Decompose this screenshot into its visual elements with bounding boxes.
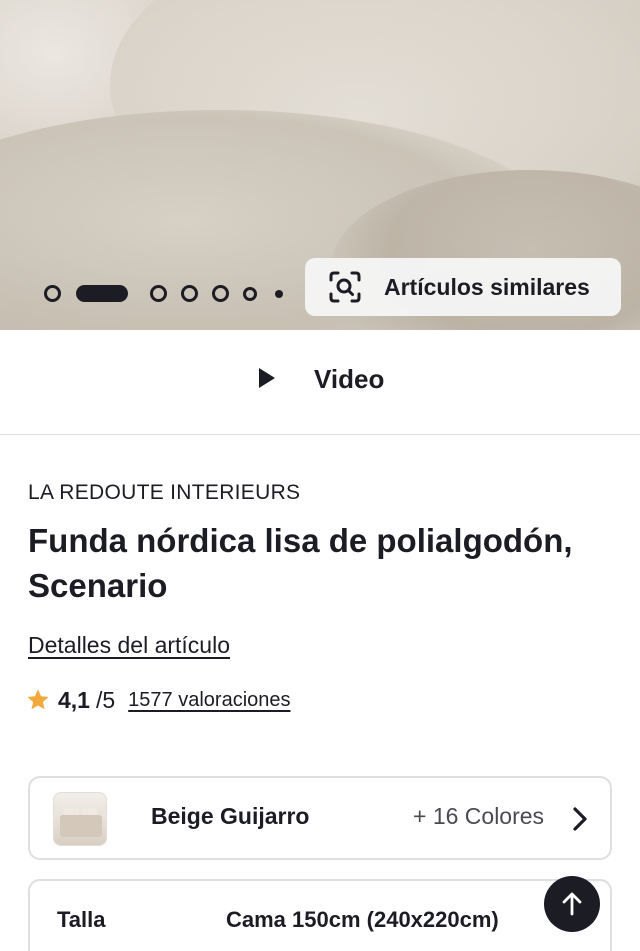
thumbnail-detail bbox=[60, 815, 102, 837]
product-title: Funda nórdica lisa de polialgodón, Scena… bbox=[28, 522, 573, 604]
carousel-dot[interactable] bbox=[212, 285, 229, 302]
scroll-to-top-button[interactable] bbox=[544, 876, 600, 932]
rating-scale: /5 bbox=[95, 686, 116, 713]
carousel-dots bbox=[44, 285, 297, 302]
similar-items-button[interactable]: Artículos similares bbox=[305, 258, 621, 316]
product-image-carousel[interactable]: Artículos similares bbox=[0, 0, 640, 330]
similar-items-label: Artículos similares bbox=[384, 274, 590, 300]
rating-score: 4,1 bbox=[58, 686, 90, 713]
carousel-dot[interactable] bbox=[275, 289, 283, 298]
size-label: Talla bbox=[57, 907, 106, 932]
product-brand[interactable]: LA REDOUTE INTERIEURS bbox=[28, 481, 300, 505]
more-colors-count: + 16 Colores bbox=[413, 803, 545, 829]
color-thumbnail bbox=[53, 792, 107, 846]
reviews-count-link[interactable]: 1577 valoraciones bbox=[128, 689, 290, 712]
play-icon bbox=[259, 368, 275, 388]
color-selector[interactable]: Beige Guijarro + 16 Colores bbox=[28, 776, 612, 860]
arrow-up-icon bbox=[562, 892, 582, 916]
item-details-link[interactable]: Detalles del artículo bbox=[28, 632, 230, 659]
carousel-dot[interactable] bbox=[243, 286, 257, 301]
video-label: Video bbox=[314, 364, 385, 394]
carousel-dot[interactable] bbox=[44, 285, 61, 302]
image-search-icon bbox=[329, 271, 361, 303]
product-rating: 4,1 /5 1577 valoraciones bbox=[26, 686, 291, 714]
chevron-right-icon bbox=[573, 807, 587, 831]
carousel-dot[interactable] bbox=[181, 285, 198, 302]
size-value: Cama 150cm (240x220cm) bbox=[226, 907, 499, 932]
carousel-dot[interactable] bbox=[150, 285, 167, 302]
selected-color-name: Beige Guijarro bbox=[151, 803, 310, 829]
star-icon bbox=[27, 689, 49, 710]
carousel-dot-active[interactable] bbox=[76, 285, 128, 302]
size-selector[interactable]: Talla Cama 150cm (240x220cm) bbox=[28, 879, 612, 951]
video-button[interactable]: Video bbox=[0, 330, 640, 435]
